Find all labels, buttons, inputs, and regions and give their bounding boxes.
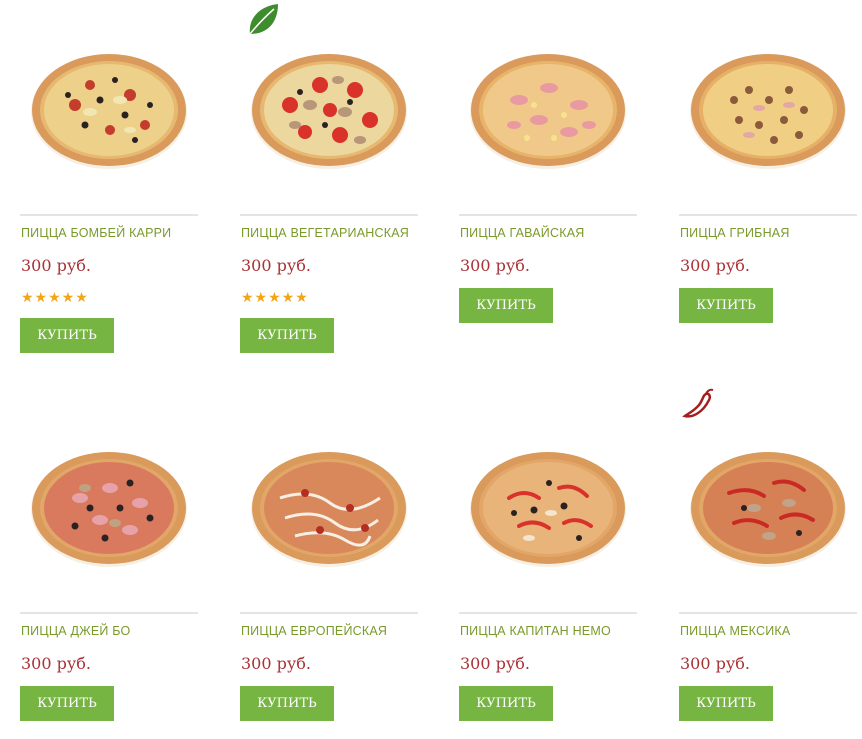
- product-image[interactable]: [20, 414, 198, 604]
- buy-button[interactable]: КУПИТЬ: [679, 686, 773, 721]
- product-title[interactable]: ПИЦЦА КАПИТАН НЕМО: [460, 624, 611, 638]
- product-price: 300 руб.: [241, 256, 311, 275]
- buy-button[interactable]: КУПИТЬ: [459, 686, 553, 721]
- product-title[interactable]: ПИЦЦА БОМБЕЙ КАРРИ: [21, 226, 171, 240]
- product-image[interactable]: [459, 16, 637, 206]
- card-divider: [240, 214, 418, 216]
- product-title[interactable]: ПИЦЦА ВЕГЕТАРИАНСКАЯ: [241, 226, 409, 240]
- chili-pepper-icon: [682, 388, 714, 418]
- pizza-image: [470, 452, 626, 567]
- product-card: ПИЦЦА МЕКСИКА 300 руб. КУПИТЬ: [679, 388, 857, 721]
- product-price: 300 руб.: [21, 654, 91, 673]
- product-image[interactable]: [240, 4, 418, 206]
- product-title[interactable]: ПИЦЦА ЕВРОПЕЙСКАЯ: [241, 624, 387, 638]
- product-title[interactable]: ПИЦЦА МЕКСИКА: [680, 624, 790, 638]
- card-divider: [679, 612, 857, 614]
- product-price: 300 руб.: [460, 256, 530, 275]
- buy-button[interactable]: КУПИТЬ: [459, 288, 553, 323]
- card-divider: [459, 214, 637, 216]
- buy-button[interactable]: КУПИТЬ: [20, 686, 114, 721]
- product-card: ПИЦЦА ГАВАЙСКАЯ 300 руб. КУПИТЬ: [459, 16, 637, 323]
- buy-button[interactable]: КУПИТЬ: [240, 318, 334, 353]
- product-image[interactable]: [679, 414, 857, 604]
- product-title[interactable]: ПИЦЦА ГАВАЙСКАЯ: [460, 226, 584, 240]
- star-rating: ★★★★★: [241, 289, 309, 305]
- card-divider: [459, 612, 637, 614]
- pizza-image: [31, 54, 187, 169]
- product-card: ПИЦЦА ЕВРОПЕЙСКАЯ 300 руб. КУПИТЬ: [240, 414, 418, 721]
- product-title[interactable]: ПИЦЦА ГРИБНАЯ: [680, 226, 790, 240]
- product-image[interactable]: [679, 16, 857, 206]
- card-divider: [20, 214, 198, 216]
- product-card: ПИЦЦА КАПИТАН НЕМО 300 руб. КУПИТЬ: [459, 414, 637, 721]
- buy-button[interactable]: КУПИТЬ: [240, 686, 334, 721]
- product-price: 300 руб.: [241, 654, 311, 673]
- product-card: ПИЦЦА ДЖЕЙ БО 300 руб. КУПИТЬ: [20, 414, 198, 721]
- product-image[interactable]: [459, 414, 637, 604]
- pizza-image: [470, 54, 626, 169]
- product-title[interactable]: ПИЦЦА ДЖЕЙ БО: [21, 624, 130, 638]
- product-card: ПИЦЦА ВЕГЕТАРИАНСКАЯ 300 руб. ★★★★★ КУПИ…: [240, 4, 418, 353]
- product-price: 300 руб.: [21, 256, 91, 275]
- star-rating: ★★★★★: [21, 289, 89, 305]
- pizza-image: [251, 54, 407, 169]
- product-image[interactable]: [20, 16, 198, 206]
- buy-button[interactable]: КУПИТЬ: [20, 318, 114, 353]
- product-price: 300 руб.: [460, 654, 530, 673]
- product-price: 300 руб.: [680, 256, 750, 275]
- card-divider: [679, 214, 857, 216]
- card-divider: [20, 612, 198, 614]
- product-card: ПИЦЦА ГРИБНАЯ 300 руб. КУПИТЬ: [679, 16, 857, 323]
- pizza-image: [251, 452, 407, 567]
- pizza-image: [31, 452, 187, 567]
- product-image[interactable]: [240, 414, 418, 604]
- pizza-image: [690, 54, 846, 169]
- leaf-icon: [249, 4, 278, 35]
- card-divider: [240, 612, 418, 614]
- product-price: 300 руб.: [680, 654, 750, 673]
- product-grid: ПИЦЦА БОМБЕЙ КАРРИ 300 руб. ★★★★★ КУПИТЬ…: [0, 0, 862, 739]
- product-card: ПИЦЦА БОМБЕЙ КАРРИ 300 руб. ★★★★★ КУПИТЬ: [20, 16, 198, 353]
- buy-button[interactable]: КУПИТЬ: [679, 288, 773, 323]
- pizza-image: [690, 452, 846, 567]
